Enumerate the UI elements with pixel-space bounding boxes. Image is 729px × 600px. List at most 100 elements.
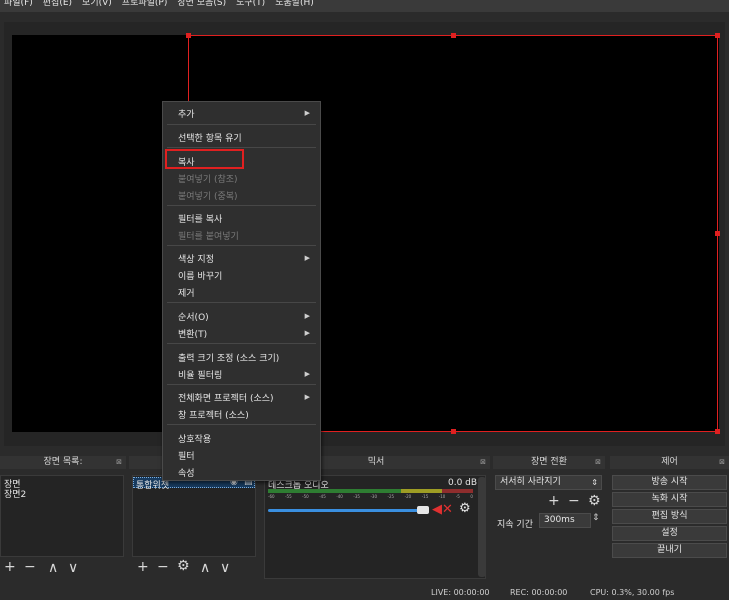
meter-tick: -25 bbox=[387, 494, 395, 499]
start-recording-button[interactable]: 녹화 시작 bbox=[612, 492, 727, 507]
submenu-arrow-icon: ▶ bbox=[304, 254, 310, 262]
menu-separator bbox=[167, 384, 316, 385]
menu-tools[interactable]: 도구(T) bbox=[236, 0, 265, 8]
meter-tick: -60 bbox=[268, 494, 275, 499]
transition-select[interactable]: 서서히 사라지기 ⇕ bbox=[495, 475, 602, 490]
scenes-title-label: 장면 목록: bbox=[43, 457, 83, 467]
transitions-dock-title: 장면 전환 ⊠ bbox=[493, 456, 605, 469]
menu-item-transform[interactable]: 변환(T) bbox=[178, 327, 207, 340]
menu-separator bbox=[167, 302, 316, 303]
meter-tick: -35 bbox=[353, 494, 360, 499]
resize-handle-bm[interactable] bbox=[451, 429, 456, 434]
menu-profile[interactable]: 프로파일(P) bbox=[122, 0, 168, 8]
add-transition-button[interactable]: + bbox=[548, 494, 560, 508]
move-source-down-button[interactable]: ∨ bbox=[220, 561, 230, 575]
meter-tick: -50 bbox=[302, 494, 309, 499]
menu-item-windowed-projector[interactable]: 창 프로젝터 (소스) bbox=[178, 408, 249, 421]
start-streaming-button[interactable]: 방송 시작 bbox=[612, 475, 727, 490]
spinner-arrows-icon: ⇕ bbox=[591, 478, 598, 487]
move-source-up-button[interactable]: ∧ bbox=[200, 561, 210, 575]
menu-scene-collection[interactable]: 장면 모음(S) bbox=[177, 0, 226, 8]
scene-item[interactable]: 장면2 bbox=[4, 487, 26, 500]
meter-tick: 0 bbox=[470, 494, 473, 499]
submenu-arrow-icon: ▶ bbox=[304, 370, 310, 378]
duration-label: 지속 기간 bbox=[497, 520, 533, 530]
menu-bar: 파일(F) 편집(E) 보기(V) 프로파일(P) 장면 모음(S) 도구(T)… bbox=[0, 0, 729, 12]
meter-tick: -45 bbox=[319, 494, 326, 499]
meter-tick: -20 bbox=[404, 494, 412, 499]
menu-item-copy-filters[interactable]: 필터를 복사 bbox=[178, 212, 222, 225]
menu-item-set-color[interactable]: 색상 지정 bbox=[178, 252, 214, 265]
source-properties-gear-icon[interactable]: ⚙ bbox=[177, 559, 190, 573]
add-source-button[interactable]: + bbox=[137, 560, 149, 574]
duration-input[interactable]: 300ms bbox=[539, 513, 591, 528]
dock-float-icon[interactable]: ⊠ bbox=[116, 456, 122, 469]
resize-handle-br[interactable] bbox=[715, 429, 720, 434]
transition-gear-icon[interactable]: ⚙ bbox=[588, 494, 601, 508]
meter-tick: -15 bbox=[421, 494, 429, 499]
remove-scene-button[interactable]: − bbox=[24, 560, 36, 574]
dock-float-icon[interactable]: ⊠ bbox=[480, 456, 486, 469]
exit-button[interactable]: 끝내기 bbox=[612, 543, 727, 558]
menu-item-interact[interactable]: 상호작용 bbox=[178, 432, 211, 445]
resize-handle-tr[interactable] bbox=[715, 33, 720, 38]
dock-float-icon[interactable]: ⊠ bbox=[719, 456, 725, 469]
menu-separator bbox=[167, 147, 316, 148]
meter-tick: -55 bbox=[285, 494, 292, 499]
meter-tick: -5 bbox=[455, 494, 460, 499]
menu-separator bbox=[167, 343, 316, 344]
meter-tick: -10 bbox=[438, 494, 446, 499]
studio-mode-button[interactable]: 편집 방식 bbox=[612, 509, 727, 524]
controls-title-label: 제어 bbox=[661, 457, 678, 467]
resize-handle-mr[interactable] bbox=[715, 231, 720, 236]
remove-transition-button[interactable]: − bbox=[568, 494, 580, 508]
menu-item-remove[interactable]: 제거 bbox=[178, 286, 195, 299]
menu-separator bbox=[167, 124, 316, 125]
menu-view[interactable]: 보기(V) bbox=[82, 0, 112, 8]
add-scene-button[interactable]: + bbox=[4, 560, 16, 574]
menu-item-rename[interactable]: 이름 바꾸기 bbox=[178, 269, 222, 282]
duration-spinner-icon[interactable]: ⇕ bbox=[592, 513, 600, 523]
settings-button[interactable]: 설정 bbox=[612, 526, 727, 541]
copy-highlight-box bbox=[165, 149, 244, 169]
menu-separator bbox=[167, 205, 316, 206]
mixer-title-label: 믹서 bbox=[367, 457, 385, 467]
menu-item-resize-output[interactable]: 출력 크기 조정 (소스 크기) bbox=[178, 351, 279, 364]
meter-tick: -40 bbox=[336, 494, 343, 499]
live-timer: LIVE: 00:00:00 bbox=[431, 588, 490, 597]
menu-help[interactable]: 도움말(H) bbox=[275, 0, 314, 8]
menu-item-paste-reference: 붙여넣기 (참조) bbox=[178, 175, 238, 185]
move-scene-down-button[interactable]: ∨ bbox=[68, 561, 78, 575]
submenu-arrow-icon: ▶ bbox=[304, 393, 310, 401]
mixer-db-value: 0.0 dB bbox=[448, 478, 478, 488]
menu-item-fullscreen-projector[interactable]: 전체화면 프로젝터 (소스) bbox=[178, 391, 274, 404]
menu-item-filters[interactable]: 필터 bbox=[178, 449, 195, 462]
scenes-list: 장면 장면2 bbox=[0, 475, 124, 557]
menu-item-scale-filtering[interactable]: 비율 필터링 bbox=[178, 368, 222, 381]
menu-edit[interactable]: 편집(E) bbox=[43, 0, 72, 8]
menu-item-properties[interactable]: 속성 bbox=[178, 466, 195, 479]
rec-timer: REC: 00:00:00 bbox=[510, 588, 568, 597]
menu-separator bbox=[167, 245, 316, 246]
volume-slider[interactable] bbox=[268, 509, 428, 512]
volume-slider-handle[interactable] bbox=[417, 506, 429, 514]
menu-file[interactable]: 파일(F) bbox=[4, 0, 33, 8]
submenu-arrow-icon: ▶ bbox=[304, 329, 310, 337]
resize-handle-tl[interactable] bbox=[186, 33, 191, 38]
mixer-gear-icon[interactable]: ⚙ bbox=[459, 501, 471, 516]
dock-area: 장면 목록: ⊠ 장면 장면2 + − ∧ ∨ 통합위젯 ◉ ▤ + − ⚙ ∧… bbox=[0, 455, 729, 600]
move-scene-up-button[interactable]: ∧ bbox=[48, 561, 58, 575]
meter-tick: -30 bbox=[370, 494, 378, 499]
dock-float-icon[interactable]: ⊠ bbox=[595, 456, 601, 469]
menu-item-deselect[interactable]: 선택한 항목 유기 bbox=[178, 131, 242, 144]
remove-source-button[interactable]: − bbox=[157, 560, 169, 574]
volume-meter-ticks: -60 -55 -50 -45 -40 -35 -30 -25 -20 -15 … bbox=[268, 494, 473, 500]
resize-handle-tm[interactable] bbox=[451, 33, 456, 38]
transition-select-value: 서서히 사라지기 bbox=[500, 477, 561, 487]
transitions-title-label: 장면 전환 bbox=[531, 457, 567, 467]
duration-value: 300ms bbox=[544, 515, 575, 525]
mixer-scrollbar[interactable] bbox=[478, 477, 486, 577]
mute-speaker-icon[interactable]: ◀✕ bbox=[432, 502, 453, 517]
menu-item-order[interactable]: 순서(O) bbox=[178, 310, 209, 323]
menu-item-add[interactable]: 추가 bbox=[178, 107, 195, 120]
